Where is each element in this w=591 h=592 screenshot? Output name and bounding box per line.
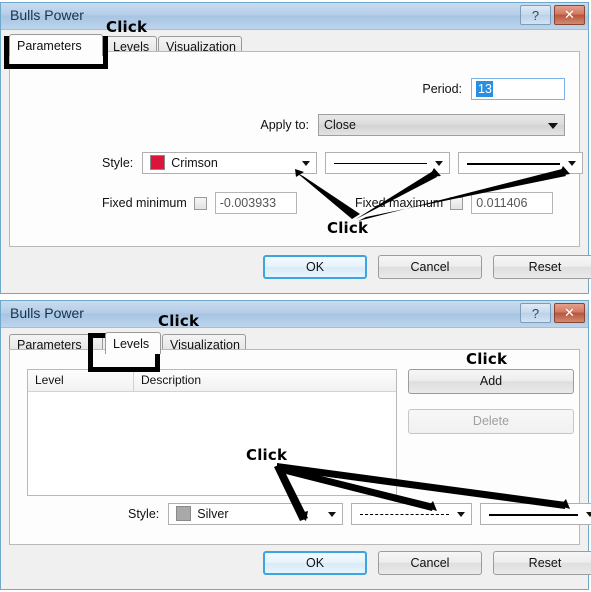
reset-button[interactable]: Reset [493, 551, 591, 575]
apply-to-dropdown[interactable]: Close [318, 114, 565, 136]
dialog-footer-buttons: OK Cancel Reset [263, 255, 591, 279]
line-preview-dashed [360, 514, 450, 515]
apply-to-value: Close [324, 118, 356, 132]
chevron-down-icon [548, 123, 558, 129]
color-swatch-silver [176, 506, 192, 522]
style-width-dropdown[interactable] [325, 152, 451, 174]
close-icon[interactable]: ✕ [554, 303, 585, 323]
annotation-click-levels: Click [158, 312, 200, 330]
fixed-maximum-label: Fixed maximum [355, 196, 444, 210]
style-color-name: Crimson [171, 156, 218, 170]
fixed-minimum-row: Fixed minimum -0.003933 [102, 192, 297, 214]
annotation-click-levels-style: Click [246, 446, 288, 464]
style-linetype-dropdown[interactable] [351, 503, 473, 525]
style-thickness-dropdown[interactable] [480, 503, 591, 525]
fixed-maximum-checkbox[interactable] [450, 196, 464, 210]
titlebar-buttons: ? ✕ [520, 5, 585, 25]
color-swatch-crimson [150, 155, 166, 171]
tab-parameters[interactable]: Parameters [9, 34, 103, 56]
line-preview-thick [467, 163, 561, 165]
style-label: Style: [128, 507, 160, 521]
annotation-click-style: Click [327, 219, 369, 237]
fixed-minimum-input[interactable]: -0.003933 [214, 192, 297, 214]
ok-button[interactable]: OK [263, 551, 367, 575]
column-header-description: Description [141, 373, 202, 387]
style-row: Style: Crimson [102, 152, 584, 174]
fixed-maximum-input[interactable]: 0.011406 [471, 192, 554, 214]
chevron-down-icon [586, 512, 591, 517]
tab-levels[interactable]: Levels [105, 332, 161, 354]
period-input[interactable]: 13 [471, 78, 565, 100]
annotation-click-parameters: Click [106, 18, 148, 36]
period-label: Period: [422, 82, 462, 96]
period-value: 13 [476, 81, 493, 97]
parameters-panel: Period: 13 Apply to: Close Style: Crimso… [9, 51, 584, 247]
chevron-down-icon [302, 161, 311, 166]
style-color-dropdown[interactable]: Crimson [142, 152, 318, 174]
chevron-down-icon [328, 512, 337, 517]
help-icon[interactable]: ? [520, 303, 551, 323]
levels-panel: Level Description Add Delete Style: Silv… [9, 349, 591, 545]
dialog-footer-buttons: OK Cancel Reset [263, 551, 591, 575]
fixed-minimum-checkbox[interactable] [193, 196, 207, 210]
dialog-titlebar: Bulls Power ? ✕ [1, 301, 588, 328]
screenshot-root: Bulls Power ? ✕ Parameters Levels Visual… [0, 0, 591, 592]
levels-table[interactable]: Level Description [27, 369, 397, 496]
annotation-click-add: Click [466, 350, 508, 368]
levels-table-header: Level Description [28, 370, 396, 392]
style-color-name: Silver [197, 507, 229, 521]
cancel-button[interactable]: Cancel [378, 551, 482, 575]
fixed-minimum-label: Fixed minimum [102, 196, 187, 210]
dialog-title: Bulls Power [10, 305, 84, 321]
delete-button-wrap: Delete [408, 409, 574, 434]
style-thickness-dropdown[interactable] [458, 152, 584, 174]
add-button[interactable]: Add [408, 369, 574, 394]
delete-button: Delete [408, 409, 574, 434]
apply-to-label: Apply to: [260, 118, 309, 132]
chevron-down-icon [435, 161, 444, 166]
ok-button[interactable]: OK [263, 255, 367, 279]
bulls-power-parameters-dialog: Bulls Power ? ✕ Parameters Levels Visual… [0, 2, 591, 294]
period-row: Period: 13 [10, 78, 565, 100]
line-preview-thick [489, 514, 579, 516]
style-label: Style: [102, 156, 134, 170]
add-button-wrap: Add [408, 369, 574, 394]
line-preview-thin [334, 163, 428, 164]
reset-button[interactable]: Reset [493, 255, 591, 279]
levels-style-row: Style: Silver [128, 503, 591, 525]
apply-to-row: Apply to: Close [10, 114, 565, 136]
style-color-dropdown[interactable]: Silver [168, 503, 344, 525]
chevron-down-icon [457, 512, 466, 517]
close-icon[interactable]: ✕ [554, 5, 585, 25]
fixed-maximum-row: Fixed maximum 0.011406 [355, 192, 554, 214]
dialog-title: Bulls Power [10, 7, 84, 23]
cancel-button[interactable]: Cancel [378, 255, 482, 279]
titlebar-buttons: ? ✕ [520, 303, 585, 323]
dialog-titlebar: Bulls Power ? ✕ [1, 3, 588, 30]
chevron-down-icon [568, 161, 577, 166]
help-icon[interactable]: ? [520, 5, 551, 25]
column-header-level: Level [28, 370, 134, 391]
